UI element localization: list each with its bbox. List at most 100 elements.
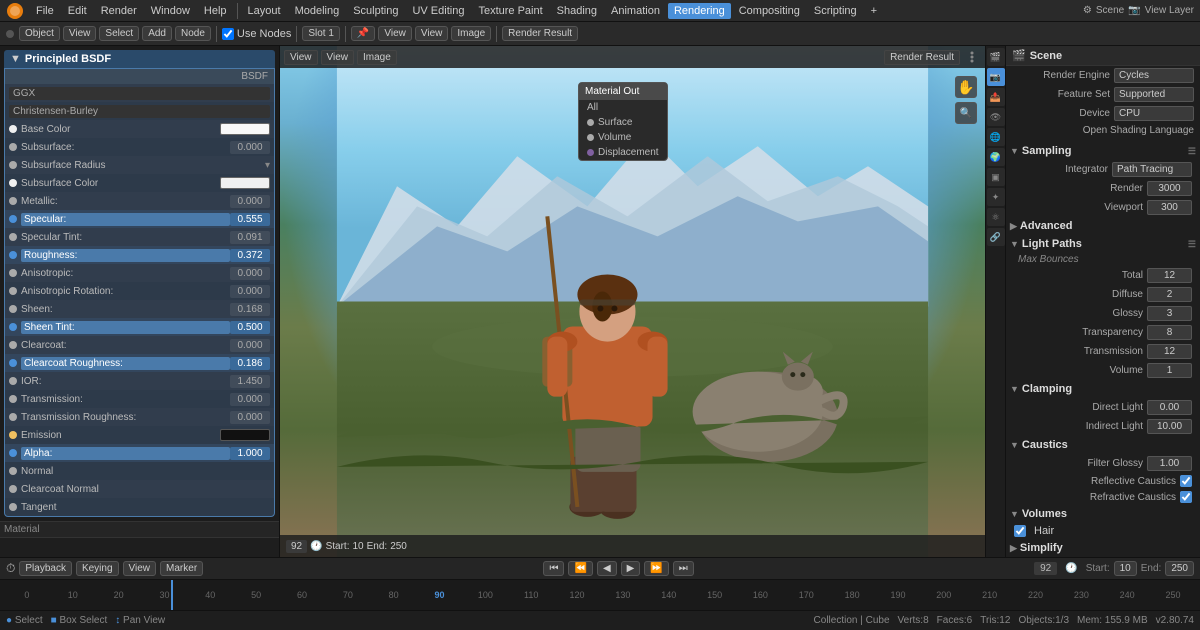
- caustics-header[interactable]: ▼ Caustics: [1006, 436, 1200, 454]
- emission-swatch[interactable]: [220, 429, 270, 441]
- refractive-caustics-checkbox[interactable]: [1180, 491, 1192, 503]
- rpanel-scene2-icon[interactable]: 🌐: [987, 128, 1005, 146]
- rpanel-render-icon[interactable]: 📷: [987, 68, 1005, 86]
- viewport-samples-value[interactable]: 300: [1147, 200, 1192, 215]
- view2-btn[interactable]: View: [378, 26, 412, 41]
- start-frame[interactable]: 10: [1114, 561, 1137, 576]
- rpanel-particles-icon[interactable]: ✦: [987, 188, 1005, 206]
- subsurface-value[interactable]: 0.000: [230, 141, 270, 154]
- pin-btn[interactable]: 📌: [351, 26, 375, 41]
- workspace-texture[interactable]: Texture Paint: [472, 3, 548, 19]
- marker-menu[interactable]: Marker: [160, 561, 203, 576]
- clamping-header[interactable]: ▼ Clamping: [1006, 380, 1200, 398]
- workspace-scripting[interactable]: Scripting: [808, 3, 863, 19]
- clearcoat-rough-value[interactable]: 0.186: [230, 357, 270, 370]
- reflective-caustics-checkbox[interactable]: [1180, 475, 1192, 487]
- workspace-uv[interactable]: UV Editing: [406, 3, 470, 19]
- clearcoat-value[interactable]: 0.000: [230, 339, 270, 352]
- device-dropdown[interactable]: CPU: [1114, 106, 1194, 121]
- prev-frame-btn[interactable]: ⏪: [568, 561, 592, 576]
- glossy-value[interactable]: 3: [1147, 306, 1192, 321]
- workspace-rendering[interactable]: Rendering: [668, 3, 731, 19]
- render-result-btn[interactable]: Render Result: [502, 26, 578, 41]
- view-btn[interactable]: View: [63, 26, 97, 41]
- menu-render[interactable]: Render: [95, 3, 143, 19]
- sheen-tint-value[interactable]: 0.500: [230, 321, 270, 334]
- subsurface-color-swatch[interactable]: [220, 177, 270, 189]
- direct-light-value[interactable]: 0.00: [1147, 400, 1192, 415]
- anisotropic-value[interactable]: 0.000: [230, 267, 270, 280]
- rpanel-constraints-icon[interactable]: 🔗: [987, 228, 1005, 246]
- transparency-value[interactable]: 8: [1147, 325, 1192, 340]
- jump-start-btn[interactable]: ⏮: [543, 561, 564, 576]
- christensen-dropdown[interactable]: Christensen-Burley: [9, 105, 270, 118]
- workspace-shading[interactable]: Shading: [551, 3, 603, 19]
- rpanel-physics-icon[interactable]: ⚛: [987, 208, 1005, 226]
- transmission-lp-value[interactable]: 12: [1147, 344, 1192, 359]
- diffuse-value[interactable]: 2: [1147, 287, 1192, 302]
- end-frame[interactable]: 250: [1165, 561, 1194, 576]
- view3-btn[interactable]: View: [415, 26, 449, 41]
- total-value[interactable]: 12: [1147, 268, 1192, 283]
- indirect-light-value[interactable]: 10.00: [1147, 419, 1192, 434]
- volume-lp-value[interactable]: 1: [1147, 363, 1192, 378]
- rpanel-scene-icon[interactable]: 🎬: [987, 48, 1005, 66]
- add-workspace-button[interactable]: +: [865, 3, 883, 19]
- vp-render-result[interactable]: Render Result: [884, 50, 960, 65]
- advanced-header[interactable]: ▶ Advanced: [1006, 217, 1200, 235]
- vp-image-btn[interactable]: Image: [357, 50, 397, 65]
- workspace-modeling[interactable]: Modeling: [289, 3, 346, 19]
- workspace-layout[interactable]: Layout: [242, 3, 287, 19]
- render-engine-dropdown[interactable]: Cycles: [1114, 68, 1194, 83]
- alpha-value[interactable]: 1.000: [230, 447, 270, 460]
- rpanel-view-icon[interactable]: 👁: [987, 108, 1005, 126]
- specular-value[interactable]: 0.555: [230, 213, 270, 226]
- metallic-value[interactable]: 0.000: [230, 195, 270, 208]
- light-paths-header[interactable]: ▼ Light Paths ☰: [1006, 235, 1200, 253]
- simplify-header[interactable]: ▶ Simplify: [1006, 539, 1200, 557]
- base-color-swatch[interactable]: [220, 123, 270, 135]
- workspace-compositing[interactable]: Compositing: [733, 3, 806, 19]
- vp-view2-btn[interactable]: View: [321, 50, 355, 65]
- menu-help[interactable]: Help: [198, 3, 233, 19]
- timeline-area[interactable]: 0 10 20 30 40 50 60 70 80 90 100 110 120…: [0, 580, 1200, 610]
- slot-btn[interactable]: Slot 1: [302, 26, 340, 41]
- use-nodes-toggle[interactable]: Use Nodes: [222, 28, 291, 40]
- play-btn[interactable]: ▶: [621, 561, 641, 576]
- menu-edit[interactable]: Edit: [62, 3, 93, 19]
- menu-window[interactable]: Window: [145, 3, 196, 19]
- workspace-sculpting[interactable]: Sculpting: [347, 3, 404, 19]
- gizmo-hand[interactable]: ✋: [955, 76, 977, 98]
- add-btn[interactable]: Add: [142, 26, 172, 41]
- roughness-value[interactable]: 0.372: [230, 249, 270, 262]
- render-samples-value[interactable]: 3000: [1147, 181, 1192, 196]
- filter-glossy-value[interactable]: 1.00: [1147, 456, 1192, 471]
- anisotropic-rot-value[interactable]: 0.000: [230, 285, 270, 298]
- transmission-value[interactable]: 0.000: [230, 393, 270, 406]
- keying-menu[interactable]: Keying: [76, 561, 119, 576]
- volumes-header[interactable]: ▼ Volumes: [1006, 505, 1200, 523]
- view-menu[interactable]: View: [123, 561, 157, 576]
- gizmo-zoom[interactable]: 🔍: [955, 102, 977, 124]
- feature-set-dropdown[interactable]: Supported: [1114, 87, 1194, 102]
- playback-menu[interactable]: Playback: [19, 561, 72, 576]
- specular-tint-value[interactable]: 0.091: [230, 231, 270, 244]
- rpanel-output-icon[interactable]: 📤: [987, 88, 1005, 106]
- ggx-dropdown[interactable]: GGX: [9, 87, 270, 100]
- vp-view-btn[interactable]: View: [284, 50, 318, 65]
- hair-checkbox[interactable]: [1014, 525, 1026, 537]
- integrator-dropdown[interactable]: Path Tracing: [1112, 162, 1192, 177]
- sampling-header[interactable]: ▼ Sampling ☰: [1006, 142, 1200, 160]
- rpanel-world-icon[interactable]: 🌍: [987, 148, 1005, 166]
- mode-selector[interactable]: Object: [19, 26, 60, 41]
- node-btn[interactable]: Node: [175, 26, 211, 41]
- next-frame-btn[interactable]: ⏩: [644, 561, 668, 576]
- ior-value[interactable]: 1.450: [230, 375, 270, 388]
- rpanel-object-icon[interactable]: ▣: [987, 168, 1005, 186]
- workspace-animation[interactable]: Animation: [605, 3, 666, 19]
- transmission-rough-value[interactable]: 0.000: [230, 411, 270, 424]
- jump-end-btn[interactable]: ⏭: [673, 561, 694, 576]
- reverse-play-btn[interactable]: ◀: [597, 561, 617, 576]
- use-nodes-checkbox[interactable]: [222, 28, 234, 40]
- sheen-value[interactable]: 0.168: [230, 303, 270, 316]
